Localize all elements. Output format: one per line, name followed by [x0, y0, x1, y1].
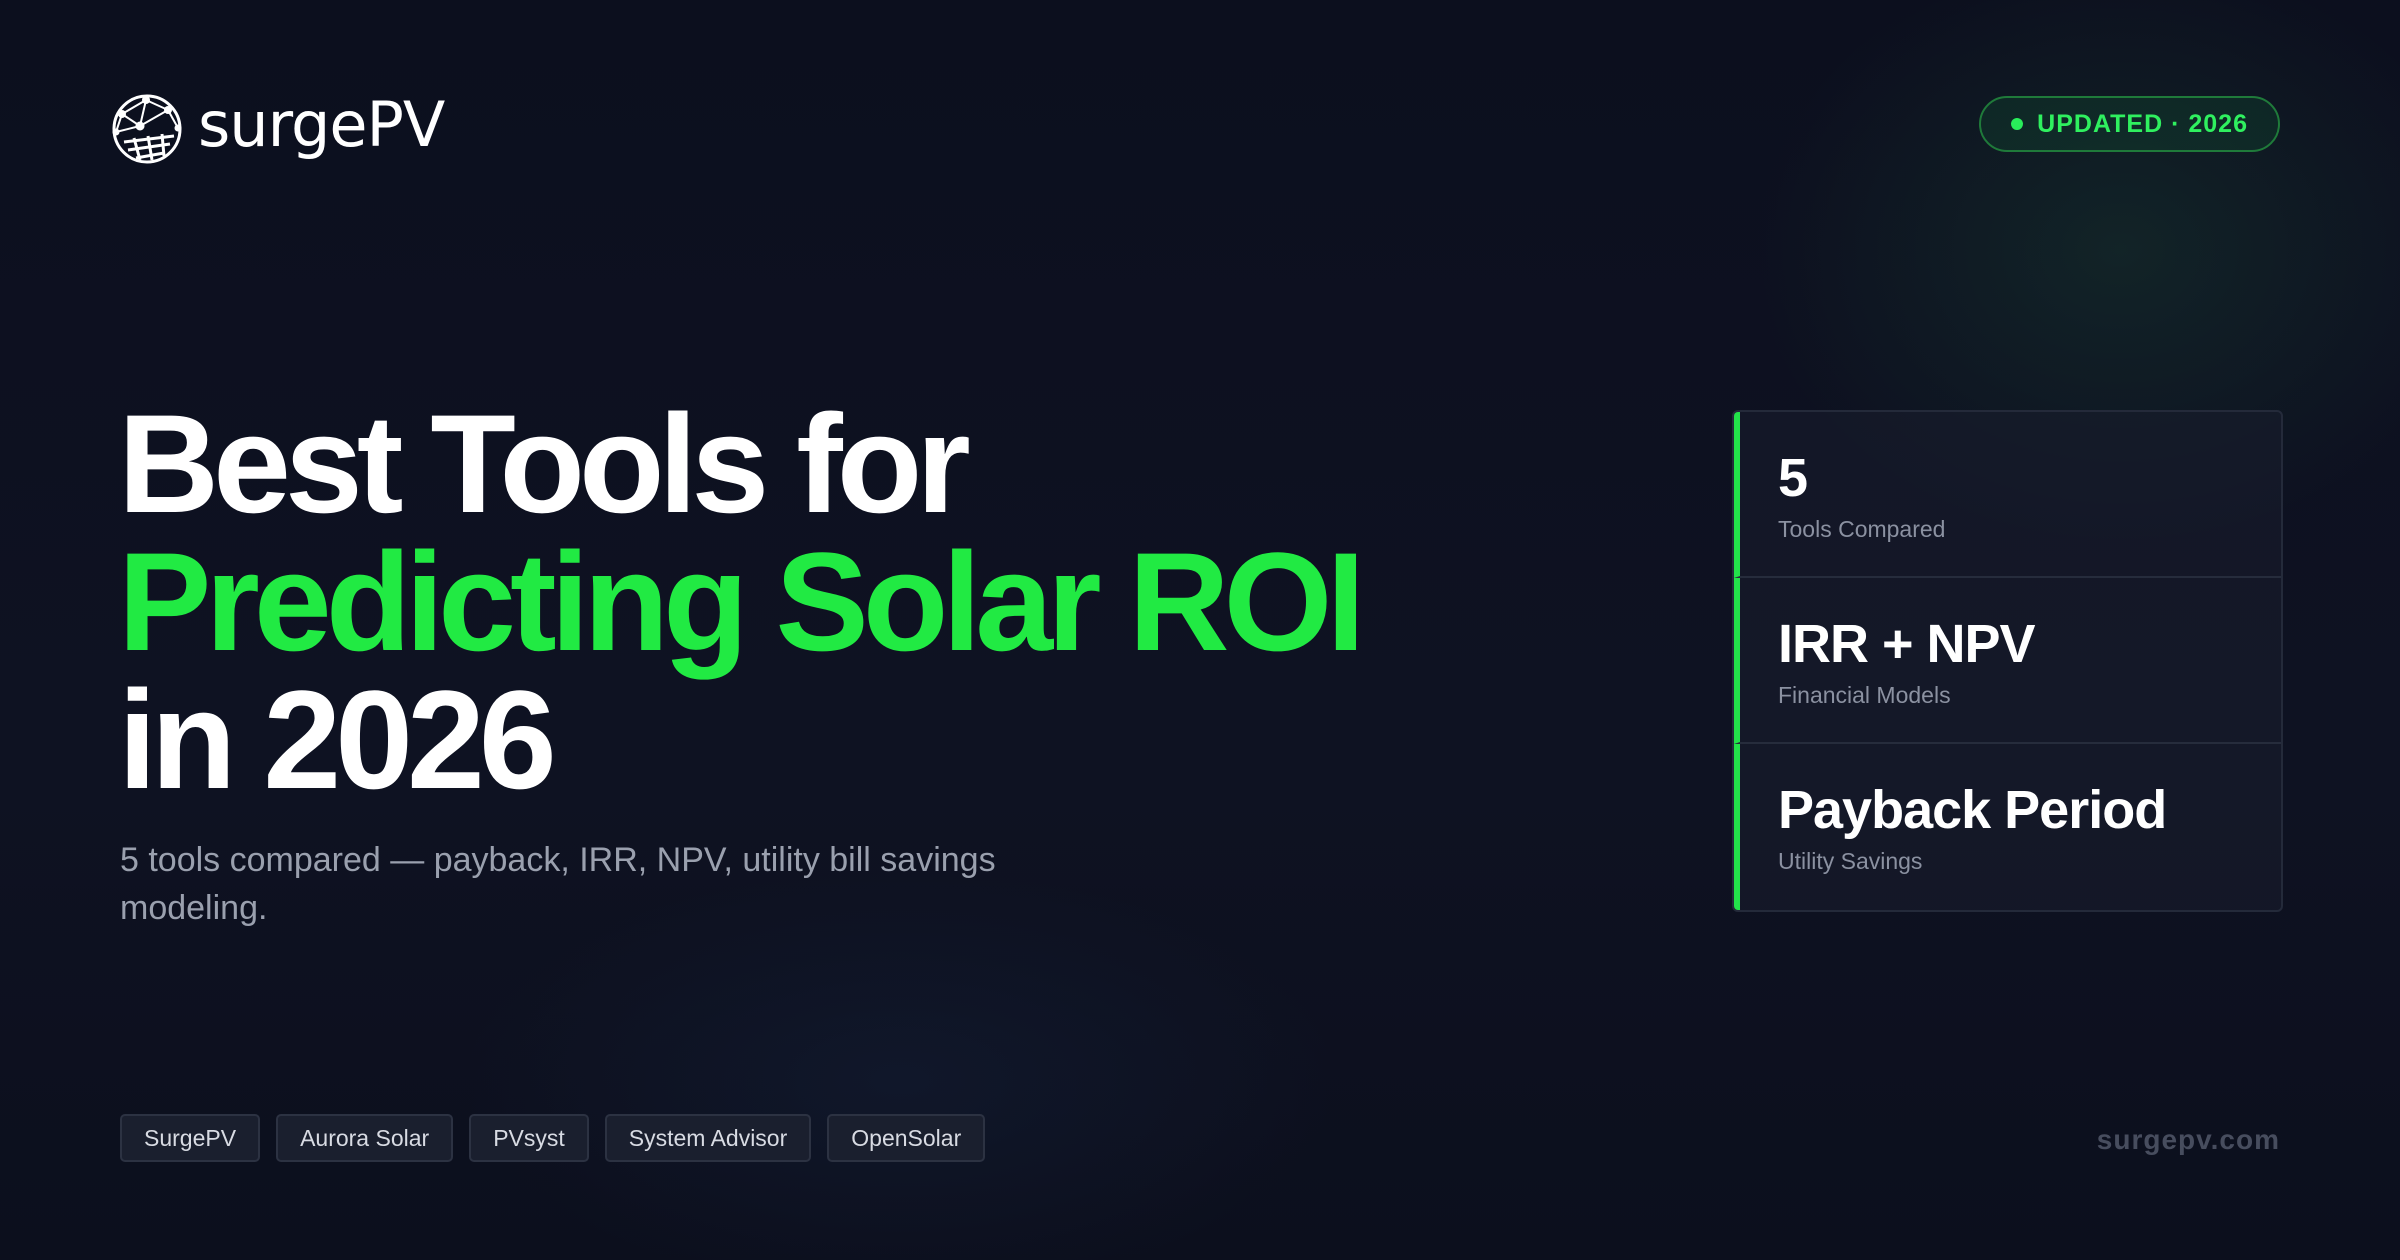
subtitle: 5 tools compared — payback, IRR, NPV, ut…	[120, 841, 996, 927]
tag-surgepv[interactable]: SurgePV	[120, 1114, 261, 1162]
stat-card-tools: 5 Tools Compared	[1734, 412, 2281, 578]
stats-panel: 5 Tools Compared IRR + NPV Financial Mod…	[1732, 410, 2283, 912]
tag-pvsyst[interactable]: PVsyst	[469, 1114, 589, 1162]
tag-system-advisor[interactable]: System Advisor	[604, 1114, 812, 1162]
title-line-2: Predicting Solar ROI	[118, 523, 1365, 680]
stat-card-financial-models: IRR + NPV Financial Models	[1734, 578, 2281, 744]
page-title: Best Tools for Predicting Solar ROI in 2…	[118, 385, 1365, 818]
stat-label: Tools Compared	[1778, 516, 1946, 542]
tool-tags: SurgePV Aurora Solar PVsyst System Advis…	[120, 1114, 986, 1162]
tag-aurora-solar[interactable]: Aurora Solar	[276, 1114, 454, 1162]
title-line-3: in 2026	[118, 661, 557, 818]
stat-label: Utility Savings	[1778, 848, 1923, 874]
brand-logo[interactable]: surgePV	[110, 88, 445, 166]
title-line-1: Best Tools for	[118, 385, 971, 542]
stat-label: Financial Models	[1778, 682, 1951, 708]
site-url[interactable]: surgepv.com	[2097, 1124, 2280, 1156]
stat-value: IRR + NPV	[1778, 614, 2036, 674]
globe-grid-icon	[112, 94, 182, 164]
stat-value: 5	[1778, 448, 1808, 508]
brand-name: surgePV	[198, 88, 445, 161]
stat-value: Payback Period	[1778, 780, 2167, 840]
stat-card-payback: Payback Period Utility Savings	[1734, 744, 2281, 910]
hero-banner: surgePV UPDATED · 2026 Best Tools for Pr…	[0, 0, 2400, 1260]
updated-badge: UPDATED · 2026	[1979, 96, 2280, 152]
status-dot-icon	[2011, 118, 2024, 130]
badge-label: UPDATED · 2026	[2037, 109, 2248, 138]
tag-opensolar[interactable]: OpenSolar	[827, 1114, 986, 1162]
